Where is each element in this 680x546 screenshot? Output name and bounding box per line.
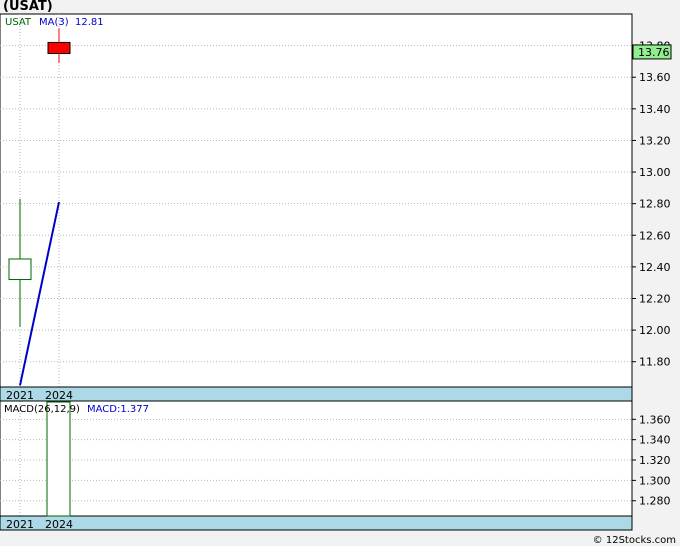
price-y-tick-label: 13.40 [639, 103, 671, 116]
macd-x-tick-label: 2021 [6, 518, 34, 531]
price-y-tick-label: 12.20 [639, 292, 671, 305]
macd-bar [46, 401, 71, 517]
candle-down [47, 41, 71, 55]
ma-label: MA(3) [39, 17, 69, 28]
macd-y-tick-label: 1.360 [639, 413, 671, 426]
macd-indicator-label: MACD(26,12,9) [4, 404, 80, 415]
ticker-label: USAT [5, 17, 32, 28]
price-y-tick-label: 13.60 [639, 71, 671, 84]
price-y-tick-label: 12.40 [639, 261, 671, 274]
ma-value: 12.81 [75, 17, 104, 28]
price-x-axis-band [0, 386, 633, 402]
macd-y-tick-label: 1.320 [639, 454, 671, 467]
price-y-tick-label: 12.80 [639, 198, 671, 211]
macd-y-tick-label: 1.340 [639, 434, 671, 447]
macd-x-tick-label: 2024 [45, 518, 73, 531]
price-y-tick-label: 12.60 [639, 229, 671, 242]
price-x-tick-label: 2024 [45, 389, 73, 402]
price-y-tick-label: 13.00 [639, 166, 671, 179]
price-y-tick-label: 11.80 [639, 356, 671, 369]
price-y-tick-label: 12.00 [639, 324, 671, 337]
price-x-tick-label: 2021 [6, 389, 34, 402]
candle-up [8, 258, 32, 281]
price-panel [0, 13, 633, 388]
macd-value-label: MACD:1.377 [87, 404, 149, 415]
stock-chart: 11.80 12.00 12.20 12.40 12.60 12.80 13.00 13.20… [0, 13, 672, 531]
price-y-tick-label: 13.20 [639, 134, 671, 147]
macd-x-axis-band [0, 515, 633, 531]
macd-panel [0, 400, 633, 517]
last-price-label: 13.76 [638, 46, 670, 59]
macd-y-tick-label: 1.280 [639, 495, 671, 508]
macd-y-tick-label: 1.300 [639, 474, 671, 487]
credit-text: © 12Stocks.com [592, 535, 676, 546]
